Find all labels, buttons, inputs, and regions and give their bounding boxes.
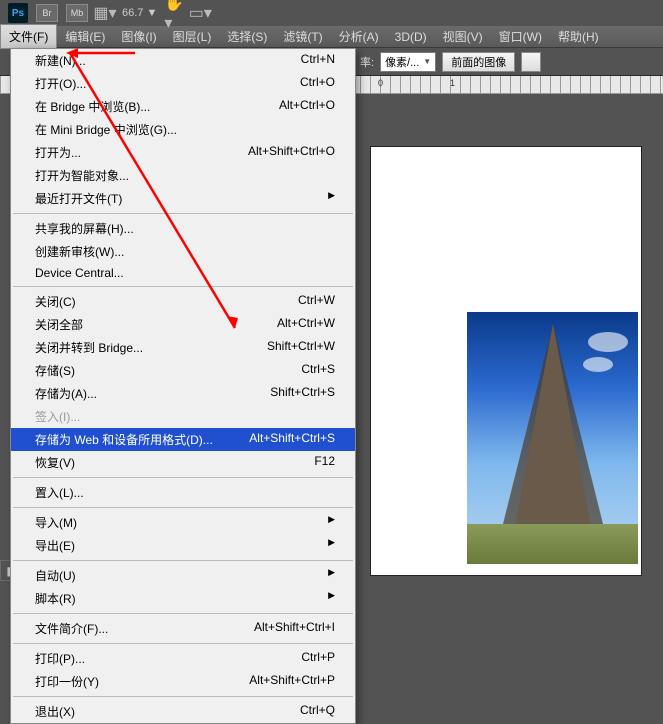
file-menu-item[interactable]: Device Central... xyxy=(11,263,355,283)
file-menu-item[interactable]: 打印(P)...Ctrl+P xyxy=(11,647,355,670)
file-menu-item[interactable]: 创建新审核(W)... xyxy=(11,240,355,263)
file-menu-item[interactable]: 自动(U)▶ xyxy=(11,564,355,587)
file-menu-item[interactable]: 打开为智能对象... xyxy=(11,164,355,187)
menu-separator xyxy=(13,286,353,287)
rate-label: 率: xyxy=(360,54,374,70)
menu-l[interactable]: 图层(L) xyxy=(165,25,220,48)
menu-e[interactable]: 编辑(E) xyxy=(57,25,113,48)
file-menu-item[interactable]: 导出(E)▶ xyxy=(11,534,355,557)
file-menu-item[interactable]: 退出(X)Ctrl+Q xyxy=(11,700,355,723)
file-menu-item[interactable]: 存储(S)Ctrl+S xyxy=(11,359,355,382)
menu-separator xyxy=(13,643,353,644)
app-logo: Ps xyxy=(8,3,28,23)
file-menu-item: 签入(I)... xyxy=(11,405,355,428)
screen-mode-icon[interactable]: ▦▾ xyxy=(96,4,114,22)
file-menu-item[interactable]: 导入(M)▶ xyxy=(11,511,355,534)
file-menu-item[interactable]: 打印一份(Y)Alt+Shift+Ctrl+P xyxy=(11,670,355,693)
menu-separator xyxy=(13,560,353,561)
menu-separator xyxy=(13,507,353,508)
image-content xyxy=(467,312,638,564)
menubar: 文件(F)编辑(E)图像(I)图层(L)选择(S)滤镜(T)分析(A)3D(D)… xyxy=(0,26,663,48)
menu-h[interactable]: 帮助(H) xyxy=(550,25,607,48)
arrange-icon[interactable]: ▭▾ xyxy=(191,4,209,22)
menu-f[interactable]: 文件(F) xyxy=(0,24,57,49)
file-menu-item[interactable]: 关闭(C)Ctrl+W xyxy=(11,290,355,313)
file-menu-item[interactable]: 最近打开文件(T)▶ xyxy=(11,187,355,210)
menu-dd[interactable]: 3D(D) xyxy=(387,27,435,47)
menu-w[interactable]: 窗口(W) xyxy=(491,25,550,48)
titlebar: Ps Br Mb ▦▾ 66.7 ▼ ✋▾ ▭▾ xyxy=(0,0,663,26)
file-menu-item[interactable]: 关闭全部Alt+Ctrl+W xyxy=(11,313,355,336)
file-menu-item[interactable]: 打开为...Alt+Shift+Ctrl+O xyxy=(11,141,355,164)
file-menu-item[interactable]: 在 Bridge 中浏览(B)...Alt+Ctrl+O xyxy=(11,95,355,118)
menu-a[interactable]: 分析(A) xyxy=(331,25,387,48)
front-image-button[interactable]: 前面的图像 xyxy=(442,52,515,72)
file-menu-item[interactable]: 置入(L)... xyxy=(11,481,355,504)
file-menu-dropdown: 新建(N)...Ctrl+N打开(O)...Ctrl+O在 Bridge 中浏览… xyxy=(10,48,356,724)
minibridge-button[interactable]: Mb xyxy=(66,4,88,22)
zoom-level[interactable]: 66.7 ▼ xyxy=(122,7,157,19)
ruler-tick: 0 xyxy=(378,78,383,88)
file-menu-item[interactable]: 在 Mini Bridge 中浏览(G)... xyxy=(11,118,355,141)
menu-v[interactable]: 视图(V) xyxy=(435,25,491,48)
file-menu-item[interactable]: 存储为 Web 和设备所用格式(D)...Alt+Shift+Ctrl+S xyxy=(11,428,355,451)
extra-button[interactable] xyxy=(521,52,541,72)
menu-separator xyxy=(13,613,353,614)
file-menu-item[interactable]: 存储为(A)...Shift+Ctrl+S xyxy=(11,382,355,405)
menu-separator xyxy=(13,477,353,478)
file-menu-item[interactable]: 脚本(R)▶ xyxy=(11,587,355,610)
hand-tool-icon[interactable]: ✋▾ xyxy=(165,4,183,22)
ruler-tick: 1 xyxy=(450,78,455,88)
menu-s[interactable]: 选择(S) xyxy=(219,25,275,48)
units-dropdown[interactable]: 像素/...▼ xyxy=(380,52,436,72)
menu-t[interactable]: 滤镜(T) xyxy=(275,25,330,48)
menu-separator xyxy=(13,696,353,697)
bridge-button[interactable]: Br xyxy=(36,4,58,22)
menu-i[interactable]: 图像(I) xyxy=(113,25,164,48)
file-menu-item[interactable]: 打开(O)...Ctrl+O xyxy=(11,72,355,95)
file-menu-item[interactable]: 文件简介(F)...Alt+Shift+Ctrl+I xyxy=(11,617,355,640)
file-menu-item[interactable]: 关闭并转到 Bridge...Shift+Ctrl+W xyxy=(11,336,355,359)
menu-separator xyxy=(13,213,353,214)
file-menu-item[interactable]: 恢复(V)F12 xyxy=(11,451,355,474)
file-menu-item[interactable]: 共享我的屏幕(H)... xyxy=(11,217,355,240)
file-menu-item[interactable]: 新建(N)...Ctrl+N xyxy=(11,49,355,72)
